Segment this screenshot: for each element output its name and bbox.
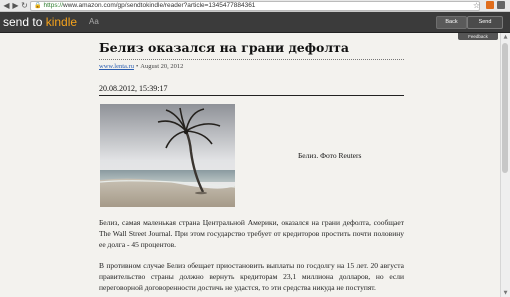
- article-paragraph: Белиз, самая маленькая страна Центрально…: [99, 218, 404, 249]
- article-figure: Белиз. Фото Reuters: [99, 104, 404, 207]
- url-scheme: https://: [43, 2, 63, 9]
- font-size-button[interactable]: Aa: [89, 16, 99, 28]
- scroll-down-arrow-icon[interactable]: ▼: [501, 290, 510, 296]
- scroll-thumb[interactable]: [502, 43, 508, 173]
- send-to-kindle-logo: send to kindle: [3, 15, 77, 29]
- source-link[interactable]: www.lenta.ru: [99, 63, 134, 70]
- url-field[interactable]: 🔒 https://www.amazon.com/gp/sendtokindle/…: [30, 1, 480, 11]
- feedback-tab[interactable]: Feedback: [458, 33, 498, 40]
- article-byline: www.lenta.ru • August 20, 2012: [99, 62, 404, 71]
- beach-palm-photo: [100, 104, 235, 207]
- article-paragraph: В противном случае Белиз обещает приоста…: [99, 261, 404, 292]
- image-caption: Белиз. Фото Reuters: [298, 151, 362, 160]
- send-button[interactable]: Send: [467, 16, 503, 29]
- reload-icon[interactable]: ↻: [20, 1, 29, 10]
- article-timestamp: 20.08.2012, 15:39:17: [99, 84, 404, 96]
- kindle-toolbar: send to kindle Aa Back Send: [0, 12, 510, 33]
- extension-icon[interactable]: [486, 1, 494, 9]
- browser-forward-icon[interactable]: ▶: [11, 1, 20, 10]
- logo-prefix: send to: [3, 15, 46, 29]
- lock-icon: 🔒: [34, 3, 42, 9]
- url-text: www.amazon.com/gp/sendtokindle/reader?ar…: [63, 2, 256, 9]
- back-button[interactable]: Back: [436, 16, 467, 29]
- browser-back-icon[interactable]: ◀: [2, 1, 11, 10]
- article-date: August 20, 2012: [140, 63, 184, 70]
- menu-icon[interactable]: [497, 1, 505, 9]
- scroll-up-arrow-icon[interactable]: ▲: [501, 34, 510, 40]
- byline-separator: •: [135, 63, 139, 70]
- logo-brand: kindle: [45, 15, 78, 29]
- vertical-scrollbar[interactable]: ▲ ▼: [500, 33, 510, 297]
- bookmark-star-icon[interactable]: ☆: [473, 1, 480, 10]
- title-divider: [99, 59, 404, 60]
- browser-address-bar: ◀ ▶ ↻ 🔒 https://www.amazon.com/gp/sendtok…: [0, 0, 510, 12]
- article-title: Белиз оказался на грани дефолта: [99, 40, 350, 55]
- article: Белиз оказался на грани дефолта www.lent…: [99, 40, 404, 293]
